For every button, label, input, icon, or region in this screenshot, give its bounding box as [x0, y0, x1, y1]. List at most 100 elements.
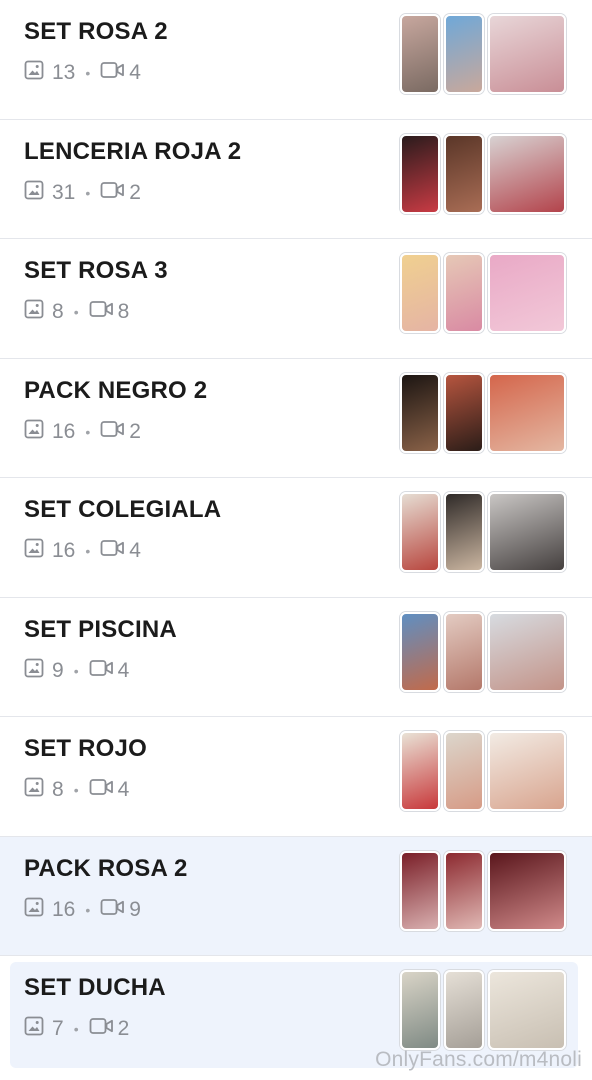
collection-thumbnails[interactable]	[400, 133, 566, 214]
photo-count: 9	[52, 658, 64, 682]
collection-title: SET DUCHA	[24, 974, 166, 1001]
thumbnail-image[interactable]	[400, 492, 440, 572]
thumbnail-image[interactable]	[400, 731, 440, 811]
collection-row[interactable]: LENCERIA ROJA 2 31 • 2	[0, 119, 592, 239]
thumbnail-image[interactable]	[488, 133, 566, 214]
video-icon	[100, 61, 125, 85]
thumbnail-image[interactable]	[444, 14, 484, 94]
collection-thumbnails[interactable]	[400, 970, 566, 1050]
separator-dot: •	[85, 184, 91, 201]
thumbnail-image[interactable]	[400, 372, 440, 453]
photo-icon	[24, 419, 44, 445]
collection-row[interactable]: PACK ROSA 2 16 • 9	[0, 836, 592, 956]
thumbnail-image[interactable]	[488, 253, 566, 333]
video-count: 2	[117, 1017, 130, 1040]
photo-count: 16	[52, 419, 76, 443]
video-icon	[100, 539, 125, 563]
thumbnail-image[interactable]	[444, 611, 484, 692]
photo-icon	[24, 658, 44, 684]
video-icon	[100, 181, 125, 205]
photo-count: 16	[52, 539, 76, 562]
collection-counts: 8 • 8	[24, 299, 129, 325]
collection-thumbnails[interactable]	[400, 253, 566, 333]
video-count: 4	[129, 61, 141, 84]
photo-icon	[24, 180, 44, 206]
thumbnail-image[interactable]	[444, 850, 484, 931]
separator-dot: •	[85, 543, 91, 559]
thumbnail-image[interactable]	[488, 14, 566, 94]
collection-counts: 7 • 2	[24, 1016, 129, 1042]
thumbnail-image[interactable]	[400, 253, 440, 333]
video-count: 9	[129, 897, 141, 921]
collection-counts: 16 • 2	[24, 419, 141, 445]
collection-row[interactable]: SET ROJO 8 • 4	[0, 717, 592, 837]
thumbnail-image[interactable]	[444, 970, 484, 1050]
photo-count: 8	[52, 300, 64, 323]
collection-title: SET COLEGIALA	[24, 496, 222, 523]
video-icon	[89, 300, 114, 324]
video-icon	[100, 898, 125, 922]
collection-thumbnails[interactable]	[400, 731, 566, 811]
thumbnail-image[interactable]	[444, 253, 484, 333]
photo-icon	[24, 897, 44, 923]
collection-title: SET PISCINA	[24, 615, 177, 643]
collection-counts: 16 • 9	[24, 897, 141, 923]
collection-row[interactable]: SET ROSA 2 13 • 4	[0, 0, 592, 120]
video-icon	[89, 778, 114, 802]
collection-list: SET ROSA 2 13 • 4 LENCERIA ROJA 2 31 • 2 SET ROS…	[0, 0, 592, 1068]
thumbnail-image[interactable]	[488, 372, 566, 453]
collection-counts: 8 • 4	[24, 777, 129, 803]
photo-count: 31	[52, 180, 76, 204]
collection-row[interactable]: SET PISCINA 9 • 4	[0, 597, 592, 717]
thumbnail-image[interactable]	[400, 850, 440, 931]
video-count: 2	[129, 419, 141, 443]
watermark-text: OnlyFans.com/m4noli	[375, 1048, 582, 1071]
collection-thumbnails[interactable]	[400, 850, 566, 931]
thumbnail-image[interactable]	[400, 611, 440, 692]
collection-row[interactable]: SET COLEGIALA 16 • 4	[0, 478, 592, 598]
collection-title: PACK NEGRO 2	[24, 376, 208, 404]
photo-icon	[24, 299, 44, 325]
collection-counts: 16 • 4	[24, 538, 141, 564]
separator-dot: •	[73, 1021, 79, 1037]
thumbnail-image[interactable]	[444, 372, 484, 453]
thumbnail-image[interactable]	[488, 611, 566, 692]
thumbnail-image[interactable]	[400, 970, 440, 1050]
thumbnail-image[interactable]	[444, 133, 484, 214]
collection-row[interactable]: SET ROSA 3 8 • 8	[0, 239, 592, 359]
video-count: 4	[117, 778, 130, 801]
collection-counts: 31 • 2	[24, 180, 141, 206]
separator-dot: •	[73, 304, 79, 320]
collection-thumbnails[interactable]	[400, 14, 566, 94]
video-count: 8	[117, 300, 130, 323]
collection-thumbnails[interactable]	[400, 492, 566, 572]
thumbnail-image[interactable]	[488, 850, 566, 931]
thumbnail-image[interactable]	[400, 133, 440, 214]
separator-dot: •	[85, 65, 91, 81]
photo-icon	[24, 60, 44, 86]
collection-title: SET ROSA 2	[24, 18, 168, 45]
collection-counts: 9 • 4	[24, 658, 129, 684]
collection-counts: 13 • 4	[24, 60, 141, 86]
collection-thumbnails[interactable]	[400, 611, 566, 692]
separator-dot: •	[85, 901, 91, 918]
video-count: 4	[117, 658, 130, 682]
video-count: 2	[129, 180, 141, 204]
thumbnail-image[interactable]	[488, 731, 566, 811]
photo-count: 13	[52, 61, 76, 84]
video-icon	[89, 1017, 114, 1041]
thumbnail-image[interactable]	[488, 492, 566, 572]
thumbnail-image[interactable]	[488, 970, 566, 1050]
separator-dot: •	[73, 662, 79, 679]
separator-dot: •	[85, 423, 91, 440]
collection-thumbnails[interactable]	[400, 372, 566, 453]
collection-row[interactable]: PACK NEGRO 2 16 • 2	[0, 358, 592, 478]
photo-icon	[24, 538, 44, 564]
thumbnail-image[interactable]	[444, 492, 484, 572]
separator-dot: •	[73, 782, 79, 798]
collection-title: SET ROSA 3	[24, 257, 168, 284]
photo-icon	[24, 777, 44, 803]
thumbnail-image[interactable]	[400, 14, 440, 94]
photo-icon	[24, 1016, 44, 1042]
thumbnail-image[interactable]	[444, 731, 484, 811]
